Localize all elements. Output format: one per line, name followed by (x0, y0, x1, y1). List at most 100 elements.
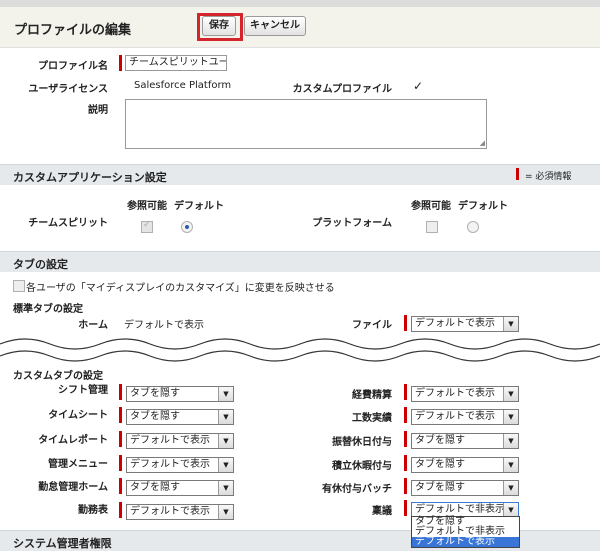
required-marker (404, 500, 407, 516)
required-legend-text: = 必須情報 (525, 172, 572, 182)
custom-app-section-header: カスタムアプリケーション設定 = 必須情報 (0, 164, 600, 185)
required-marker (404, 478, 407, 494)
custom-tab-select-value: タブを隠す (130, 482, 180, 493)
custom-tabs-title: カスタムタブの設定 (13, 371, 103, 382)
chevron-down-icon: ▼ (218, 481, 233, 495)
custom-tab-label: タイムシート (48, 410, 108, 421)
resize-handle-icon[interactable]: ◢ (480, 139, 485, 147)
apply-display-checkbox[interactable] (13, 280, 25, 292)
custom-profile-check-icon: ✓ (413, 79, 424, 93)
required-legend-bar (516, 168, 519, 180)
custom-tab-select-value: タブを隠す (415, 459, 465, 470)
custom-profile-label: カスタムプロファイル (292, 84, 392, 95)
custom-tab-label: 振替休日付与 (332, 437, 392, 448)
file-tab-select[interactable]: デフォルトで表示 ▼ (411, 316, 519, 332)
custom-tab-select[interactable]: デフォルトで表示 ▼ (411, 409, 519, 425)
col-visible-right: 参照可能 (411, 201, 451, 212)
custom-tab-select[interactable]: タブを隠す ▼ (126, 409, 234, 425)
required-marker (404, 431, 407, 447)
custom-tab-label: 工数実績 (352, 413, 392, 424)
custom-tab-select-value: デフォルトで非表示 (415, 504, 505, 515)
file-tab-select-value: デフォルトで表示 (415, 318, 495, 329)
profile-name-label: プロファイル名 (38, 61, 108, 72)
chevron-down-icon: ▼ (218, 458, 233, 472)
custom-tab-select-value: タブを隠す (415, 435, 465, 446)
home-tab-value: デフォルトで表示 (124, 320, 204, 331)
custom-tab-select-value: タブを隠す (130, 388, 180, 399)
custom-tab-select-value: タブを隠す (415, 482, 465, 493)
user-license-value: Salesforce Platform (134, 80, 232, 91)
custom-tab-select[interactable]: タブを隠す ▼ (411, 433, 519, 449)
required-marker (119, 502, 122, 518)
tab-settings-section-title: タブの設定 (13, 258, 68, 271)
required-marker (404, 315, 407, 331)
app-default-radio-teamspirit[interactable] (181, 221, 193, 233)
system-admin-section-title: システム管理者権限 (13, 537, 112, 550)
top-border (0, 0, 600, 7)
cancel-button[interactable]: キャンセル (244, 16, 306, 36)
chevron-down-icon: ▼ (503, 387, 518, 401)
custom-tab-select[interactable]: デフォルトで表示 ▼ (126, 433, 234, 449)
chevron-down-icon: ▼ (503, 458, 518, 472)
required-marker (404, 407, 407, 423)
required-marker (404, 455, 407, 471)
app-name-teamspirit: チームスピリット (28, 218, 108, 229)
col-default-right: デフォルト (458, 201, 508, 212)
custom-tab-select[interactable]: デフォルトで表示 ▼ (411, 386, 519, 402)
description-textarea[interactable]: ◢ (125, 99, 487, 149)
app-default-radio-platform[interactable] (467, 221, 479, 233)
custom-tab-select[interactable]: タブを隠す ▼ (126, 480, 234, 496)
chevron-down-icon: ▼ (503, 410, 518, 424)
app-visible-checkbox-teamspirit[interactable]: ✓ (141, 220, 153, 233)
required-marker (119, 384, 122, 400)
app-visible-checkbox-platform[interactable] (426, 221, 438, 233)
custom-tab-select[interactable]: デフォルトで表示 ▼ (126, 457, 234, 473)
chevron-down-icon: ▼ (503, 503, 518, 517)
custom-tab-label: 経費精算 (352, 390, 392, 401)
required-marker (119, 407, 122, 423)
file-tab-label: ファイル (352, 320, 392, 331)
tab-settings-section-header: タブの設定 (0, 251, 600, 272)
custom-tab-select[interactable]: タブを隠す ▼ (411, 480, 519, 496)
chevron-down-icon: ▼ (218, 505, 233, 519)
custom-tab-label: シフト管理 (58, 385, 108, 396)
select-dropdown-list: タブを隠す デフォルトで非表示 デフォルトで表示 (411, 516, 520, 548)
required-marker (119, 431, 122, 447)
custom-tab-label: 稟議 (372, 506, 392, 517)
custom-tab-label: 積立休暇付与 (332, 461, 392, 472)
chevron-down-icon: ▼ (503, 317, 518, 331)
app-name-platform: プラットフォーム (312, 218, 392, 229)
required-marker (119, 55, 122, 71)
custom-tab-select[interactable]: デフォルトで表示 ▼ (126, 504, 234, 520)
custom-tab-label: 管理メニュー (48, 459, 108, 470)
chevron-down-icon: ▼ (218, 387, 233, 401)
description-label: 説明 (88, 105, 108, 116)
user-license-label: ユーザライセンス (28, 84, 108, 95)
col-default-left: デフォルト (174, 201, 224, 212)
custom-tab-label: 勤務表 (78, 505, 108, 516)
page-title: プロファイルの編集 (14, 23, 132, 38)
custom-tab-label: タイムレポート (38, 435, 108, 446)
custom-tab-select-value: デフォルトで表示 (130, 435, 210, 446)
save-button[interactable]: 保存 (202, 16, 236, 36)
chevron-down-icon: ▼ (503, 481, 518, 495)
apply-display-label: 各ユーザの「マイディスプレイのカスタマイズ」に変更を反映させる (26, 283, 335, 294)
custom-tab-select-value: タブを隠す (130, 411, 180, 422)
checkbox-check-icon: ✓ (143, 220, 151, 230)
col-visible-left: 参照可能 (127, 201, 167, 212)
standard-tabs-title: 標準タブの設定 (13, 304, 83, 315)
custom-tab-select[interactable]: タブを隠す ▼ (411, 457, 519, 473)
required-marker (119, 455, 122, 471)
chevron-down-icon: ▼ (218, 434, 233, 448)
custom-tab-select[interactable]: タブを隠す ▼ (126, 386, 234, 402)
custom-tab-select-value: デフォルトで表示 (415, 388, 495, 399)
custom-tab-select-value: デフォルトで表示 (130, 506, 210, 517)
custom-tab-label: 有休付与バッチ (322, 484, 392, 495)
chevron-down-icon: ▼ (218, 410, 233, 424)
dropdown-option-highlighted[interactable]: デフォルトで表示 (412, 537, 519, 547)
home-tab-label: ホーム (78, 320, 108, 331)
profile-name-input[interactable]: チームスピリットユーザ (125, 55, 227, 71)
custom-tab-select-value: デフォルトで表示 (130, 459, 210, 470)
required-marker (404, 384, 407, 400)
chevron-down-icon: ▼ (503, 434, 518, 448)
